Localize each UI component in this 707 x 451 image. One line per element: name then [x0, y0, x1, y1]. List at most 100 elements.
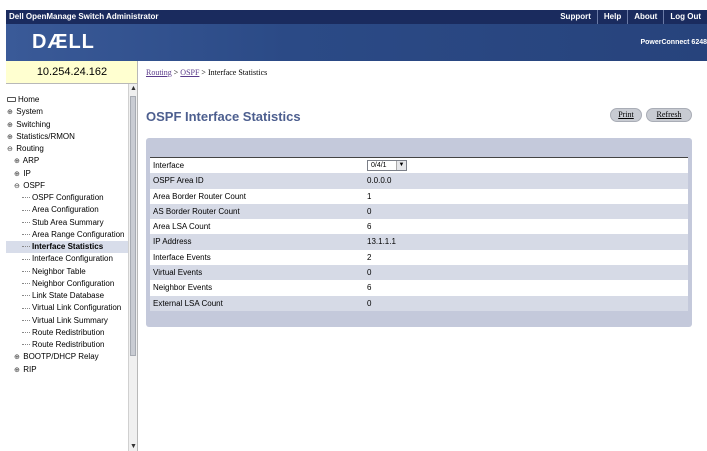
top-bar: Dell OpenManage Switch Administrator Sup… — [6, 10, 707, 24]
stats-row: Interface 0/4/1 ▼ — [150, 158, 688, 174]
stats-row: External LSA Count 0 — [150, 295, 688, 311]
sidebar: Home ⊕ System ⊕ Switching ⊕ Statistics/RMON… — [6, 84, 138, 451]
expand-icon[interactable]: ⊕ — [14, 156, 21, 167]
stat-value: 0.0.0.0 — [367, 176, 392, 186]
tree-item[interactable]: Virtual Link Summary — [6, 315, 128, 327]
about-link[interactable]: About — [627, 10, 663, 24]
tree-item[interactable]: ⊕ Statistics/RMON — [6, 131, 128, 143]
expand-icon[interactable]: ⊕ — [7, 107, 14, 118]
tree-item[interactable]: ⊕ ARP — [6, 155, 128, 167]
stat-value: 6 — [367, 222, 372, 232]
stat-label: Virtual Events — [153, 268, 203, 278]
tree-item[interactable]: Route Redistribution — [6, 339, 128, 351]
nav-tree: Home ⊕ System ⊕ Switching ⊕ Statistics/RMON… — [6, 94, 128, 376]
tree-item[interactable]: ⊕ Switching — [6, 119, 128, 131]
stats-row: OSPF Area ID 0.0.0.0 — [150, 173, 688, 189]
expand-icon[interactable]: ⊕ — [14, 365, 21, 376]
tree-connector — [22, 344, 30, 346]
tree-item-label: Interface Statistics — [32, 242, 104, 251]
tree-item[interactable]: OSPF Configuration — [6, 192, 128, 204]
stat-value: 0 — [367, 298, 372, 308]
stat-value: 2 — [367, 252, 372, 262]
page-title: OSPF Interface Statistics — [146, 109, 301, 124]
expand-icon[interactable]: ⊕ — [14, 352, 21, 363]
breadcrumb: Routing > OSPF > Interface Statistics — [146, 68, 267, 77]
scroll-thumb[interactable] — [130, 96, 136, 356]
expand-icon[interactable]: ⊕ — [7, 132, 14, 143]
tree-item[interactable]: Interface Statistics — [6, 241, 128, 254]
stats-row: IP Address 13.1.1.1 — [150, 234, 688, 250]
tree-item[interactable]: ⊕ System — [6, 106, 128, 118]
stat-value: 13.1.1.1 — [367, 237, 396, 247]
tree-item-label: IP — [23, 168, 31, 178]
ip-address: 10.254.24.162 — [36, 66, 108, 78]
logout-link[interactable]: Log Out — [663, 10, 707, 24]
sidebar-scrollbar[interactable]: ▲ ▼ — [128, 84, 137, 451]
expand-icon[interactable]: ⊕ — [7, 120, 14, 131]
tree-item[interactable]: Virtual Link Configuration — [6, 302, 128, 314]
tree-item[interactable]: Interface Configuration — [6, 253, 128, 265]
stats-table: Interface 0/4/1 ▼ OSPF Area ID 0.0.0.0 Area B… — [150, 158, 688, 311]
collapse-icon[interactable]: ⊖ — [7, 144, 14, 155]
tree-item[interactable]: Neighbor Configuration — [6, 278, 128, 290]
stats-row: Area Border Router Count 1 — [150, 188, 688, 204]
print-button[interactable]: Print — [610, 108, 642, 122]
scroll-down-icon[interactable]: ▼ — [129, 442, 137, 451]
tree-item-label: Statistics/RMON — [16, 131, 75, 141]
tree-connector — [22, 246, 30, 248]
breadcrumb-separator: > — [199, 68, 208, 77]
tree-connector — [22, 332, 30, 334]
tree-item[interactable]: Area Configuration — [6, 204, 128, 216]
tree-connector — [22, 307, 30, 309]
collapse-icon[interactable]: ⊖ — [14, 181, 21, 192]
tree-item-label: RIP — [23, 364, 37, 374]
scroll-up-icon[interactable]: ▲ — [129, 84, 137, 93]
tree-item-label: BOOTP/DHCP Relay — [23, 352, 99, 362]
tree-item[interactable]: Link State Database — [6, 290, 128, 302]
home-icon — [7, 97, 16, 103]
refresh-button[interactable]: Refresh — [646, 108, 692, 122]
tree-item[interactable]: ⊖ Routing — [6, 143, 128, 155]
stats-row: Area LSA Count 6 — [150, 219, 688, 235]
breadcrumb-ospf[interactable]: OSPF — [180, 68, 199, 77]
tree-item-label: Interface Configuration — [32, 254, 113, 264]
support-link[interactable]: Support — [554, 10, 597, 24]
tree-item-label: Route Redistribution — [32, 327, 105, 337]
interface-select-value: 0/4/1 — [371, 162, 387, 169]
stat-value: 0 — [367, 206, 372, 216]
expand-icon[interactable]: ⊕ — [14, 169, 21, 180]
brand-bar: DÆLL PowerConnect 6248 — [6, 24, 707, 61]
stat-label: Area Border Router Count — [153, 191, 246, 201]
stat-label: OSPF Area ID — [153, 176, 204, 186]
tree-item[interactable]: Stub Area Summary — [6, 217, 128, 229]
breadcrumb-routing[interactable]: Routing — [146, 68, 172, 77]
stat-label: Neighbor Events — [153, 283, 213, 293]
stats-row: Interface Events 2 — [150, 249, 688, 266]
tree-item[interactable]: Neighbor Table — [6, 266, 128, 278]
ip-bar: 10.254.24.162 — [6, 61, 138, 84]
chevron-down-icon[interactable]: ▼ — [396, 161, 406, 170]
help-link[interactable]: Help — [596, 10, 627, 24]
stat-label: Interface — [153, 161, 185, 170]
stat-label: AS Border Router Count — [153, 206, 240, 216]
stat-label: Area LSA Count — [153, 222, 211, 232]
tree-item[interactable]: Route Redistribution — [6, 327, 128, 339]
tree-item[interactable]: ⊕ BOOTP/DHCP Relay — [6, 351, 128, 363]
tree-item-label: Virtual Link Summary — [32, 315, 108, 325]
tree-item-label: Switching — [16, 119, 51, 129]
tree-connector — [22, 234, 30, 236]
tree-item[interactable]: Area Range Configuration — [6, 229, 128, 241]
tree-item[interactable]: ⊖ OSPF — [6, 180, 128, 192]
tree-item-label: Routing — [16, 144, 44, 153]
stat-label: External LSA Count — [153, 298, 223, 308]
tree-item-label: ARP — [22, 156, 40, 166]
app-title: Dell OpenManage Switch Administrator — [9, 12, 159, 21]
tree-item[interactable]: Home — [6, 94, 128, 106]
tree-item-label: Neighbor Configuration — [32, 278, 115, 288]
tree-item[interactable]: ⊕ RIP — [6, 364, 128, 376]
tree-item[interactable]: ⊕ IP — [6, 168, 128, 180]
tree-item-label: Virtual Link Configuration — [32, 303, 122, 313]
interface-select[interactable]: 0/4/1 ▼ — [367, 160, 407, 171]
stats-row: Neighbor Events 6 — [150, 280, 688, 296]
tree-item-label: OSPF — [23, 180, 46, 190]
